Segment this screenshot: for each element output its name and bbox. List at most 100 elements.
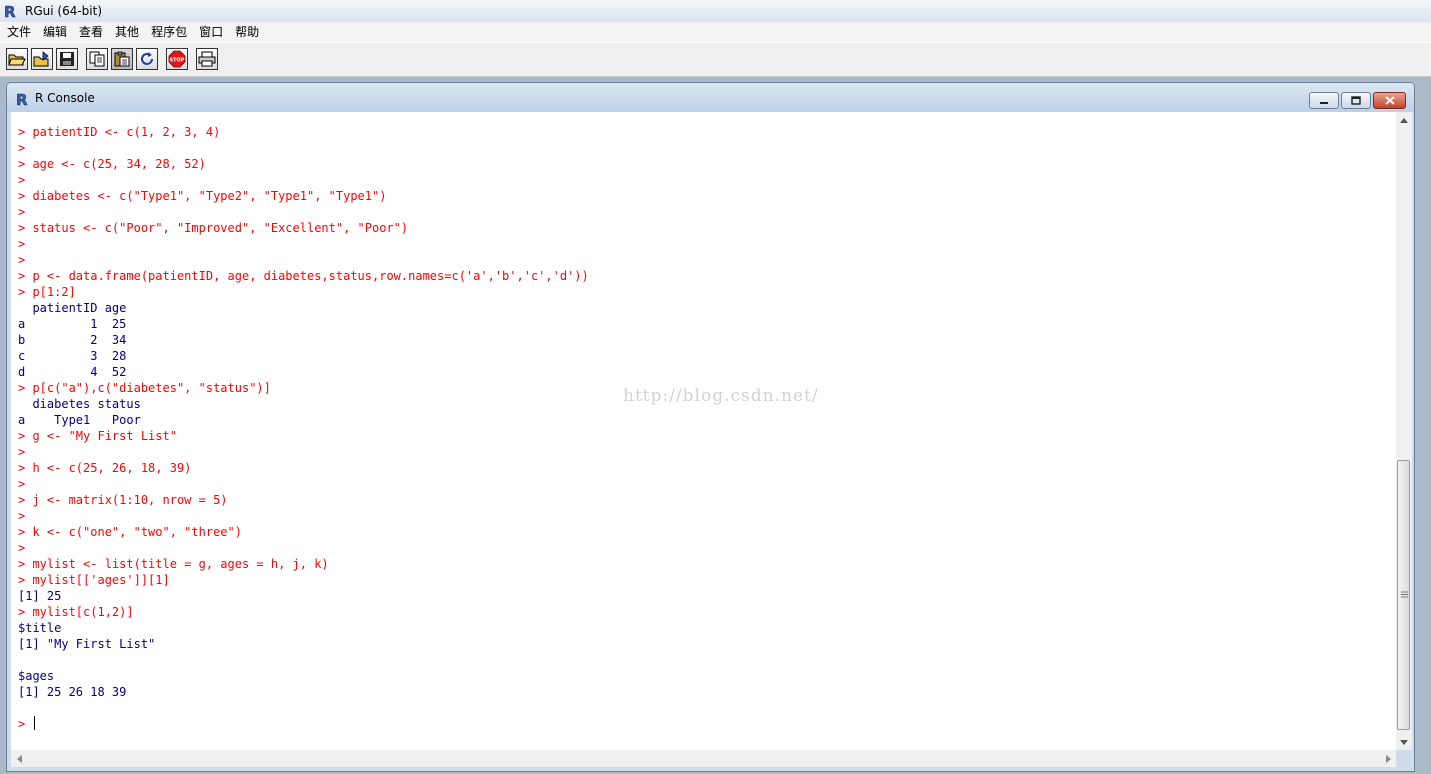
console-line-text: > mylist <- list(title = g, ages = h, j,…: [18, 557, 329, 571]
console-line-text: > mylist[c(1,2)]: [18, 605, 134, 619]
console-line-text: > status <- c("Poor", "Improved", "Excel…: [18, 221, 409, 235]
restore-icon: [1351, 96, 1361, 105]
console-line-text: > p[c("a"),c("diabetes", "status")]: [18, 381, 271, 395]
console-output-line: patientID age: [18, 300, 589, 316]
arrow-down-icon: [1400, 739, 1408, 745]
vertical-scrollbar[interactable]: [1396, 112, 1412, 750]
console-line-text: patientID age: [18, 301, 127, 315]
toolbar: STOP: [0, 42, 1431, 77]
stop-button[interactable]: STOP: [166, 48, 188, 70]
paste-icon: [114, 51, 130, 67]
console-line-text: >: [18, 477, 26, 491]
console-line-text: >: [18, 237, 26, 251]
console-input-line: > p[1:2]: [18, 284, 589, 300]
open-script-button[interactable]: [6, 48, 28, 70]
menu-view[interactable]: 查看: [73, 22, 109, 42]
load-workspace-button[interactable]: [31, 48, 53, 70]
console-input-line: >: [18, 236, 589, 252]
console-output-line: [18, 652, 589, 668]
console-input-line: > h <- c(25, 26, 18, 39): [18, 460, 589, 476]
console-output-line: [1] 25: [18, 588, 589, 604]
console-line-text: > k <- c("one", "two", "three"): [18, 525, 242, 539]
console-output-line: $ages: [18, 668, 589, 684]
minimize-button[interactable]: [1309, 92, 1339, 109]
grip-icon: [1401, 591, 1408, 598]
console-input-line: > mylist[c(1,2)]: [18, 604, 589, 620]
minimize-icon: [1320, 101, 1328, 104]
menu-file[interactable]: 文件: [0, 22, 37, 42]
floppy-disk-icon: [60, 52, 74, 66]
console-output-line: c 3 28: [18, 348, 589, 364]
copy-button[interactable]: [86, 48, 108, 70]
load-workspace-icon: [33, 51, 49, 67]
arrow-left-icon: [16, 754, 22, 763]
r-logo-icon: R: [4, 3, 17, 19]
horizontal-scrollbar[interactable]: [11, 750, 1396, 767]
console-line-text: > mylist[['ages']][1]: [18, 573, 170, 587]
console-line-text: > p <- data.frame(patientID, age, diabet…: [18, 269, 589, 283]
menu-edit[interactable]: 编辑: [37, 22, 73, 42]
console-line-text: >: [18, 541, 26, 555]
console-input-line: >: [18, 508, 589, 524]
console-output-line: [18, 700, 589, 716]
console-output-area[interactable]: > patientID <- c(1, 2, 3, 4) > > age <- c(…: [11, 112, 1396, 750]
paste-button[interactable]: [111, 48, 133, 70]
scroll-right-button[interactable]: [1380, 750, 1396, 767]
close-icon: [1384, 96, 1395, 105]
text-cursor: [34, 716, 36, 730]
save-workspace-button[interactable]: [56, 48, 78, 70]
r-logo-icon: R: [16, 91, 29, 107]
console-output-line: b 2 34: [18, 332, 589, 348]
console-window: R R Console > patientID <- c(1, 2, 3, 4)…: [6, 82, 1415, 772]
console-input-line: > age <- c(25, 34, 28, 52): [18, 156, 589, 172]
console-output-line: [1] 25 26 18 39: [18, 684, 589, 700]
console-input-line: > p <- data.frame(patientID, age, diabet…: [18, 268, 589, 284]
arrow-up-icon: [1400, 117, 1408, 123]
close-button[interactable]: [1373, 92, 1406, 109]
console-input-line: >: [18, 172, 589, 188]
menu-windows[interactable]: 窗口: [193, 22, 229, 42]
menu-bar: 文件 编辑 查看 其他 程序包 窗口 帮助: [0, 22, 1431, 42]
console-line-text: diabetes status: [18, 397, 141, 411]
console-input-line: > p[c("a"),c("diabetes", "status")]: [18, 380, 589, 396]
console-line-text: > diabetes <- c("Type1", "Type2", "Type1…: [18, 189, 387, 203]
console-input-line: >: [18, 540, 589, 556]
maximize-button[interactable]: [1341, 92, 1371, 109]
console-line-text: a Type1 Poor: [18, 413, 141, 427]
app-titlebar[interactable]: R RGui (64-bit): [0, 0, 1431, 22]
stop-sign-icon: STOP: [168, 50, 186, 68]
console-output-line: [1] "My First List": [18, 636, 589, 652]
console-input-line: >: [18, 204, 589, 220]
scroll-down-button[interactable]: [1396, 734, 1412, 750]
menu-packages[interactable]: 程序包: [145, 22, 193, 42]
printer-icon: [198, 51, 216, 67]
copy-icon: [89, 51, 105, 67]
console-line-text: a 1 25: [18, 317, 127, 331]
app-title: RGui (64-bit): [25, 4, 103, 18]
refresh-icon: [141, 52, 153, 65]
console-line-text: >: [18, 253, 26, 267]
console-input-line: >: [18, 476, 589, 492]
console-line-text: [1] 25 26 18 39: [18, 685, 127, 699]
console-line-text: > p[1:2]: [18, 285, 76, 299]
console-output-line: a 1 25: [18, 316, 589, 332]
console-line-text: > g <- "My First List": [18, 429, 177, 443]
console-line-text: >: [18, 205, 26, 219]
copy-paste-button[interactable]: [136, 48, 158, 70]
console-input-line: > patientID <- c(1, 2, 3, 4): [18, 124, 589, 140]
console-line-text: > patientID <- c(1, 2, 3, 4): [18, 125, 221, 139]
console-line-text: > age <- c(25, 34, 28, 52): [18, 157, 206, 171]
console-titlebar[interactable]: R R Console: [7, 83, 1414, 112]
menu-help[interactable]: 帮助: [229, 22, 265, 42]
menu-misc[interactable]: 其他: [109, 22, 145, 42]
scroll-left-button[interactable]: [11, 750, 27, 767]
vertical-scroll-thumb[interactable]: [1397, 460, 1410, 730]
console-input-line: >: [18, 140, 589, 156]
stop-label: STOP: [170, 58, 185, 64]
console-input-line: > mylist <- list(title = g, ages = h, j,…: [18, 556, 589, 572]
console-input-line: >: [18, 252, 589, 268]
console-line-text: > h <- c(25, 26, 18, 39): [18, 461, 192, 475]
console-output-line: d 4 52: [18, 364, 589, 380]
print-button[interactable]: [196, 48, 218, 70]
scroll-up-button[interactable]: [1396, 112, 1412, 128]
